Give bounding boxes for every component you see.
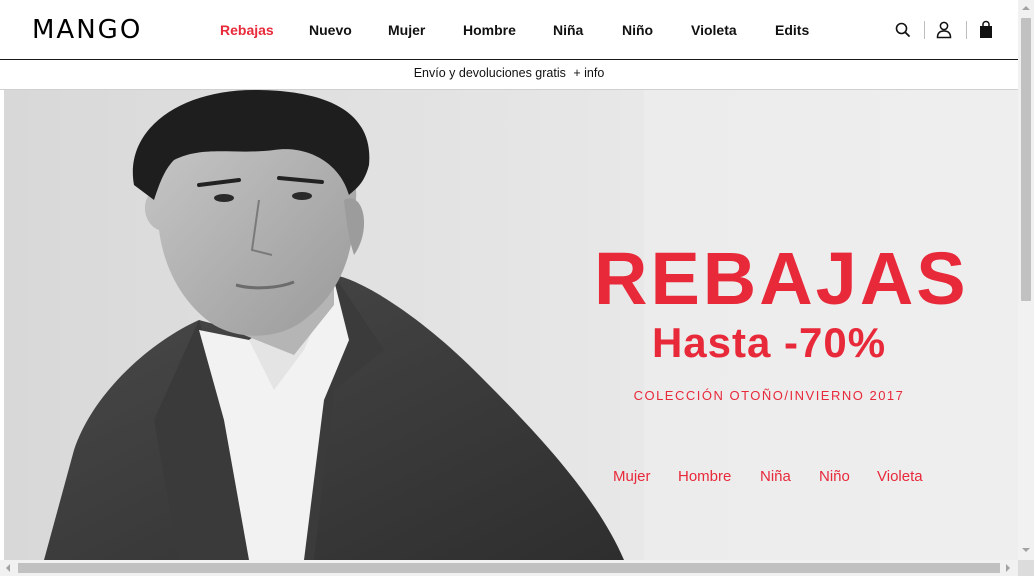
nav-violeta[interactable]: Violeta bbox=[691, 21, 737, 39]
scroll-down-icon[interactable] bbox=[1022, 546, 1030, 554]
nav-mujer[interactable]: Mujer bbox=[388, 21, 425, 39]
shipping-info-text: Envío y devoluciones gratis bbox=[413, 66, 566, 80]
scrollbar-corner bbox=[1018, 560, 1034, 576]
more-info-link[interactable]: + info bbox=[573, 66, 604, 80]
user-icon[interactable] bbox=[935, 20, 953, 40]
hero-link-nino[interactable]: Niño bbox=[819, 468, 850, 485]
header-divider bbox=[966, 21, 967, 39]
shopping-bag-icon[interactable] bbox=[977, 20, 995, 40]
nav-hombre[interactable]: Hombre bbox=[463, 21, 516, 39]
scroll-up-icon[interactable] bbox=[1022, 4, 1030, 12]
nav-nino[interactable]: Niño bbox=[622, 21, 653, 39]
hero-link-mujer[interactable]: Mujer bbox=[613, 468, 651, 485]
hero-link-violeta[interactable]: Violeta bbox=[877, 468, 923, 485]
hero-banner[interactable]: REBAJAS Hasta -70% COLECCIÓN OTOÑO/INVIE… bbox=[4, 90, 1018, 560]
sale-promo: REBAJAS Hasta -70% COLECCIÓN OTOÑO/INVIE… bbox=[594, 237, 969, 404]
sale-title: REBAJAS bbox=[594, 237, 969, 320]
nav-nuevo[interactable]: Nuevo bbox=[309, 21, 352, 39]
site-header: MANGO Rebajas Nuevo Mujer Hombre Niña Ni… bbox=[0, 0, 1018, 60]
nav-rebajas[interactable]: Rebajas bbox=[220, 21, 274, 39]
horizontal-scroll-thumb[interactable] bbox=[18, 563, 1000, 573]
nav-edits[interactable]: Edits bbox=[775, 21, 809, 39]
scroll-left-icon[interactable] bbox=[4, 564, 12, 572]
hero-link-hombre[interactable]: Hombre bbox=[678, 468, 731, 485]
header-divider bbox=[924, 21, 925, 39]
model-photo bbox=[4, 90, 644, 560]
vertical-scroll-thumb[interactable] bbox=[1021, 18, 1031, 301]
search-icon[interactable] bbox=[894, 20, 912, 40]
nav-nina[interactable]: Niña bbox=[553, 21, 583, 39]
scroll-right-icon[interactable] bbox=[1004, 564, 1012, 572]
mango-logo[interactable]: MANGO bbox=[32, 15, 142, 45]
shipping-info-bar: Envío y devoluciones gratis + info bbox=[0, 60, 1018, 90]
vertical-scrollbar[interactable] bbox=[1018, 0, 1034, 560]
horizontal-scrollbar[interactable] bbox=[0, 560, 1018, 576]
hero-link-nina[interactable]: Niña bbox=[760, 468, 791, 485]
sale-subtitle: Hasta -70% bbox=[651, 319, 887, 366]
collection-label: COLECCIÓN OTOÑO/INVIERNO 2017 bbox=[633, 388, 905, 403]
